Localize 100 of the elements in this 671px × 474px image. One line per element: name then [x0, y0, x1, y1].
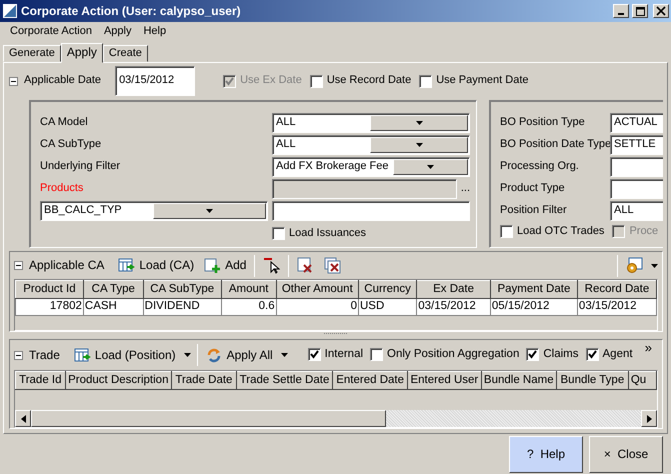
checkbox-label: Use Ex Date	[240, 74, 302, 88]
caret-icon	[416, 143, 422, 147]
text-field[interactable]: ACTUAL	[610, 113, 663, 133]
checkbox[interactable]	[272, 227, 285, 240]
section-title: Applicable CA	[29, 258, 104, 273]
scroll-left-button[interactable]	[15, 410, 31, 427]
select-field[interactable]: ALL	[272, 113, 470, 133]
tab[interactable]: Apply	[60, 43, 103, 63]
attribute-value-field[interactable]	[272, 201, 470, 221]
close-icon	[656, 6, 666, 16]
table-cell: 0	[276, 298, 358, 316]
dropdown-button[interactable]	[392, 159, 468, 175]
column-header[interactable]: Qu	[628, 372, 656, 390]
toolbar-button[interactable]: Load (Position)	[72, 346, 178, 364]
caret-icon[interactable]	[651, 264, 658, 268]
column-header[interactable]: CA Type	[83, 280, 144, 298]
text-field[interactable]: ALL	[610, 201, 663, 221]
table-load-icon	[118, 257, 136, 274]
checkbox-label: Use Payment Date	[436, 74, 529, 88]
horizontal-scrollbar[interactable]	[15, 410, 657, 427]
checkbox[interactable]	[500, 225, 513, 238]
table-load-icon	[74, 346, 91, 364]
table-cell: CASH	[83, 298, 144, 316]
column-header[interactable]: Other Amount	[276, 280, 358, 298]
checkbox-label: Load OTC Trades	[517, 225, 604, 238]
dialog-button[interactable]: × Close	[589, 436, 663, 473]
collapse-icon[interactable]	[14, 350, 23, 360]
field-label: BO Position Type	[500, 116, 586, 130]
column-header[interactable]: Trade Settle Date	[236, 372, 333, 390]
column-header[interactable]: Trade Date	[172, 372, 236, 390]
tab[interactable]: Create	[102, 45, 148, 62]
dropdown-button[interactable]	[370, 115, 468, 131]
scrollbar-thumb[interactable]	[31, 410, 386, 427]
menu-item[interactable]: Corporate Action	[4, 25, 98, 39]
select-field[interactable]: Add FX Brokerage Fee	[272, 157, 470, 177]
toolbar-button[interactable]: Load (CA)	[116, 257, 196, 274]
column-header[interactable]: Ex Date	[416, 280, 490, 298]
maximize-icon	[636, 6, 644, 16]
field-label: Product Type	[500, 182, 566, 196]
dropdown-button[interactable]	[153, 203, 266, 219]
table-cell: 17802	[16, 298, 84, 316]
delete-icon	[297, 257, 314, 274]
checkbox-label: Load Issuances	[289, 227, 366, 240]
toolbar-button[interactable]: Apply All	[204, 346, 275, 364]
checkbox-label: Only Position Aggregation	[387, 348, 520, 362]
scroll-right-button[interactable]	[641, 410, 657, 427]
minimize-button[interactable]	[613, 4, 629, 18]
column-header[interactable]: Entered Date	[332, 372, 408, 390]
column-header[interactable]: Product Description	[65, 372, 172, 390]
checkbox[interactable]	[308, 348, 321, 362]
add-icon	[204, 257, 222, 274]
field-label: BO Position Date Type	[500, 138, 610, 152]
column-header[interactable]: Payment Date	[490, 280, 578, 298]
minimize-icon	[618, 13, 624, 15]
menu-item[interactable]: Help	[137, 25, 172, 39]
column-header[interactable]: Record Date	[577, 280, 656, 298]
column-header[interactable]: Currency	[358, 280, 417, 298]
select-field[interactable]: ALL	[272, 135, 470, 155]
column-header[interactable]: Entered User	[408, 372, 482, 390]
caret-icon[interactable]	[184, 353, 191, 357]
app-icon	[2, 3, 18, 19]
chooser-button[interactable]: ...	[460, 182, 470, 196]
collapse-icon[interactable]	[9, 76, 18, 86]
toolbar-button[interactable]: Add	[202, 257, 248, 274]
checkbox[interactable]	[526, 348, 540, 362]
tab[interactable]: Generate	[3, 45, 61, 62]
column-header[interactable]: CA SubType	[143, 280, 222, 298]
refresh-icon	[206, 346, 223, 364]
collapse-icon[interactable]	[14, 261, 23, 270]
caret-icon	[206, 209, 213, 213]
checkbox[interactable]	[370, 348, 384, 362]
caret-icon[interactable]	[280, 353, 288, 357]
checkbox-label: Agent	[602, 348, 633, 362]
delete-all-icon	[324, 257, 342, 274]
checkbox[interactable]	[310, 74, 323, 88]
text-field[interactable]	[610, 157, 663, 177]
dialog-button[interactable]: ? Help	[509, 436, 583, 473]
column-header[interactable]: Bundle Type	[556, 372, 628, 390]
date-field[interactable]: 03/15/2012	[115, 66, 196, 96]
checkbox[interactable]	[586, 348, 598, 362]
text-field[interactable]	[610, 179, 663, 199]
checkbox-label: Internal	[324, 348, 364, 362]
column-header[interactable]: Amount	[221, 280, 276, 298]
close-button[interactable]	[653, 4, 669, 18]
left-arrow-icon	[20, 414, 26, 422]
overflow-button[interactable]: »	[644, 340, 652, 356]
checkbox[interactable]	[419, 74, 432, 88]
delete-all-button[interactable]	[322, 257, 344, 274]
settings-button[interactable]	[624, 257, 645, 274]
caret-icon	[416, 121, 422, 125]
cursor-remove-button[interactable]	[261, 257, 282, 274]
column-header[interactable]: Product Id	[16, 280, 84, 298]
column-header[interactable]: Bundle Name	[481, 372, 556, 390]
column-header[interactable]: Trade Id	[16, 372, 66, 390]
text-field[interactable]: SETTLE	[610, 135, 663, 155]
dropdown-button[interactable]	[370, 137, 468, 153]
field-label: Processing Org.	[500, 160, 580, 174]
maximize-button[interactable]	[632, 4, 648, 18]
menu-item[interactable]: Apply	[98, 25, 138, 39]
attribute-select[interactable]: BB_CALC_TYP	[40, 201, 268, 221]
